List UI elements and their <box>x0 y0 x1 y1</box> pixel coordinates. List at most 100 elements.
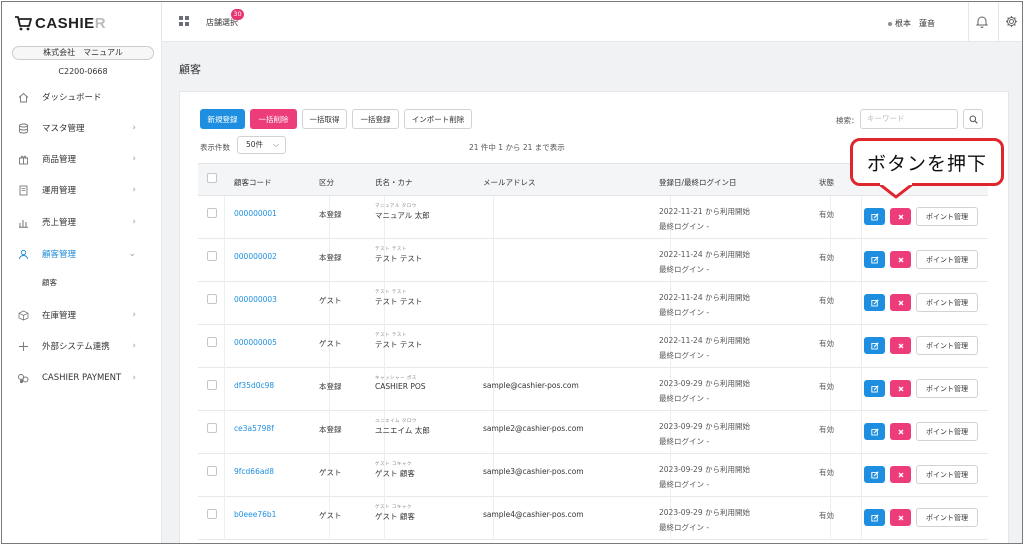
delete-button[interactable] <box>890 294 911 311</box>
sidebar-item-label: 外部システム連携 <box>42 342 110 352</box>
instruction-callout: ボタンを押下 <box>850 138 1004 186</box>
status-text: 有効 <box>819 425 834 434</box>
header-status[interactable]: 状態 <box>819 177 834 188</box>
point-manage-button[interactable]: ポイント管理 <box>916 250 978 269</box>
customer-code-link[interactable]: df35d0c98 <box>234 381 274 390</box>
point-manage-button[interactable]: ポイント管理 <box>916 336 978 355</box>
search-button[interactable] <box>963 109 983 129</box>
bell-icon[interactable] <box>976 15 988 28</box>
customer-code-link[interactable]: ce3a5798f <box>234 424 274 433</box>
user-icon <box>16 247 30 261</box>
status-text: 有効 <box>819 511 834 520</box>
point-manage-button[interactable]: ポイント管理 <box>916 379 978 398</box>
delete-button[interactable] <box>890 466 911 483</box>
user-menu[interactable]: 根本 蓮音 <box>888 18 935 29</box>
apps-grid-icon[interactable] <box>179 16 189 26</box>
delete-button[interactable] <box>890 380 911 397</box>
delete-button[interactable] <box>890 337 911 354</box>
customer-email: sample2@cashier-pos.com <box>483 424 584 433</box>
delete-button[interactable] <box>890 423 911 440</box>
row-checkbox[interactable] <box>207 466 217 476</box>
row-checkbox[interactable] <box>207 251 217 261</box>
delete-button[interactable] <box>890 509 911 526</box>
delete-button[interactable] <box>890 208 911 225</box>
edit-button[interactable] <box>864 423 885 440</box>
point-manage-button[interactable]: ポイント管理 <box>916 422 978 441</box>
point-manage-button[interactable]: ポイント管理 <box>916 293 978 312</box>
customer-name-text: テスト テスト <box>375 297 423 306</box>
search-input[interactable]: キーワード <box>860 109 958 129</box>
logo[interactable]: CASHIER <box>14 12 106 34</box>
point-manage-button[interactable]: ポイント管理 <box>916 465 978 484</box>
table-row: df35d0c98 本登録 キャッシャー ポス CASHIER POS sample@c… <box>198 368 988 411</box>
customer-code-link[interactable]: b0eee76b1 <box>234 510 276 519</box>
new-register-button[interactable]: 新規登録 <box>200 109 245 129</box>
sidebar-subitem-customer[interactable]: 顧客 <box>42 277 57 288</box>
per-page-select[interactable]: 50件 ⌵ <box>237 136 286 154</box>
row-checkbox[interactable] <box>207 337 217 347</box>
header-name[interactable]: 氏名・カナ <box>375 177 413 188</box>
bulk-get-button[interactable]: 一括取得 <box>302 109 347 129</box>
edit-button[interactable] <box>864 466 885 483</box>
edit-button[interactable] <box>864 294 885 311</box>
gear-icon[interactable] <box>1005 15 1018 28</box>
sidebar-item-6[interactable]: 顧客管理 ⌄ <box>2 242 162 266</box>
customer-dates: 2022-11-24 から利用開始 最終ログイン - <box>659 290 750 320</box>
edit-button[interactable] <box>864 509 885 526</box>
sidebar-item-2[interactable]: マスタ管理 › <box>2 116 162 140</box>
header-dates[interactable]: 登録日/最終ログイン日 <box>659 177 737 188</box>
registered-date: 2022-11-21 から利用開始 <box>659 207 750 216</box>
edit-button[interactable] <box>864 380 885 397</box>
last-login: 最終ログイン - <box>659 394 710 403</box>
edit-button[interactable] <box>864 337 885 354</box>
header-customer-code[interactable]: 顧客コード <box>234 177 272 188</box>
point-manage-button[interactable]: ポイント管理 <box>916 508 978 527</box>
customer-name-text: CASHIER POS <box>375 382 426 391</box>
sidebar-item-4[interactable]: 運用管理 › <box>2 178 162 202</box>
sidebar-item-5[interactable]: 売上管理 › <box>2 210 162 234</box>
database-icon <box>16 121 30 135</box>
row-checkbox[interactable] <box>207 380 217 390</box>
delete-button[interactable] <box>890 251 911 268</box>
row-checkbox[interactable] <box>207 294 217 304</box>
customer-code-link[interactable]: 000000002 <box>234 252 277 261</box>
customer-name: マニュアル タロウ マニュアル 太郎 <box>375 204 430 221</box>
row-checkbox[interactable] <box>207 423 217 433</box>
customer-name: ユニエイム タロウ ユニエイム 太郎 <box>375 419 430 436</box>
sidebar-item-8[interactable]: 外部システム連携 › <box>2 334 162 358</box>
point-manage-button[interactable]: ポイント管理 <box>916 207 978 226</box>
customer-code-link[interactable]: 000000001 <box>234 209 277 218</box>
edit-icon <box>870 513 879 521</box>
edit-button[interactable] <box>864 251 885 268</box>
customer-name-text: テスト テスト <box>375 340 423 349</box>
row-checkbox[interactable] <box>207 509 217 519</box>
customer-type: ゲスト <box>319 511 342 520</box>
chevron-right-icon: › <box>132 373 136 383</box>
bulk-register-button[interactable]: 一括登録 <box>352 109 399 129</box>
registered-date: 2022-11-24 から利用開始 <box>659 293 750 302</box>
registered-date: 2023-09-29 から利用開始 <box>659 508 750 517</box>
row-checkbox[interactable] <box>207 208 217 218</box>
table-row: 000000002 本登録 テスト テスト テスト テスト 2022-11-24 から利… <box>198 239 988 282</box>
box-icon <box>16 308 30 322</box>
import-delete-button[interactable]: インポート削除 <box>404 109 472 129</box>
customer-code-link[interactable]: 000000005 <box>234 338 277 347</box>
close-icon <box>898 257 903 262</box>
edit-button[interactable] <box>864 208 885 225</box>
bulk-delete-button[interactable]: 一括削除 <box>250 109 297 129</box>
customer-code-link[interactable]: 000000003 <box>234 295 277 304</box>
sidebar-item-3[interactable]: 商品管理 › <box>2 147 162 171</box>
table-row: ce3a5798f 本登録 ユニエイム タロウ ユニエイム 太郎 sample2@cas… <box>198 411 988 454</box>
customer-code-link[interactable]: 9fcd66ad8 <box>234 467 274 476</box>
user-name: 根本 蓮音 <box>895 19 935 28</box>
select-all-checkbox[interactable] <box>207 173 217 183</box>
sidebar-item-7[interactable]: 在庫管理 › <box>2 303 162 327</box>
header-email[interactable]: メールアドレス <box>483 177 536 188</box>
header-type[interactable]: 区分 <box>319 177 334 188</box>
edit-icon <box>870 255 879 263</box>
edit-icon <box>870 384 879 392</box>
customer-name: ゲスト コキャク ゲスト 顧客 <box>375 462 415 479</box>
sidebar-item-9[interactable]: CASHIER PAYMENT › <box>2 366 162 390</box>
last-login: 最終ログイン - <box>659 351 710 360</box>
sidebar-item-1[interactable]: ダッシュボード <box>2 85 162 109</box>
